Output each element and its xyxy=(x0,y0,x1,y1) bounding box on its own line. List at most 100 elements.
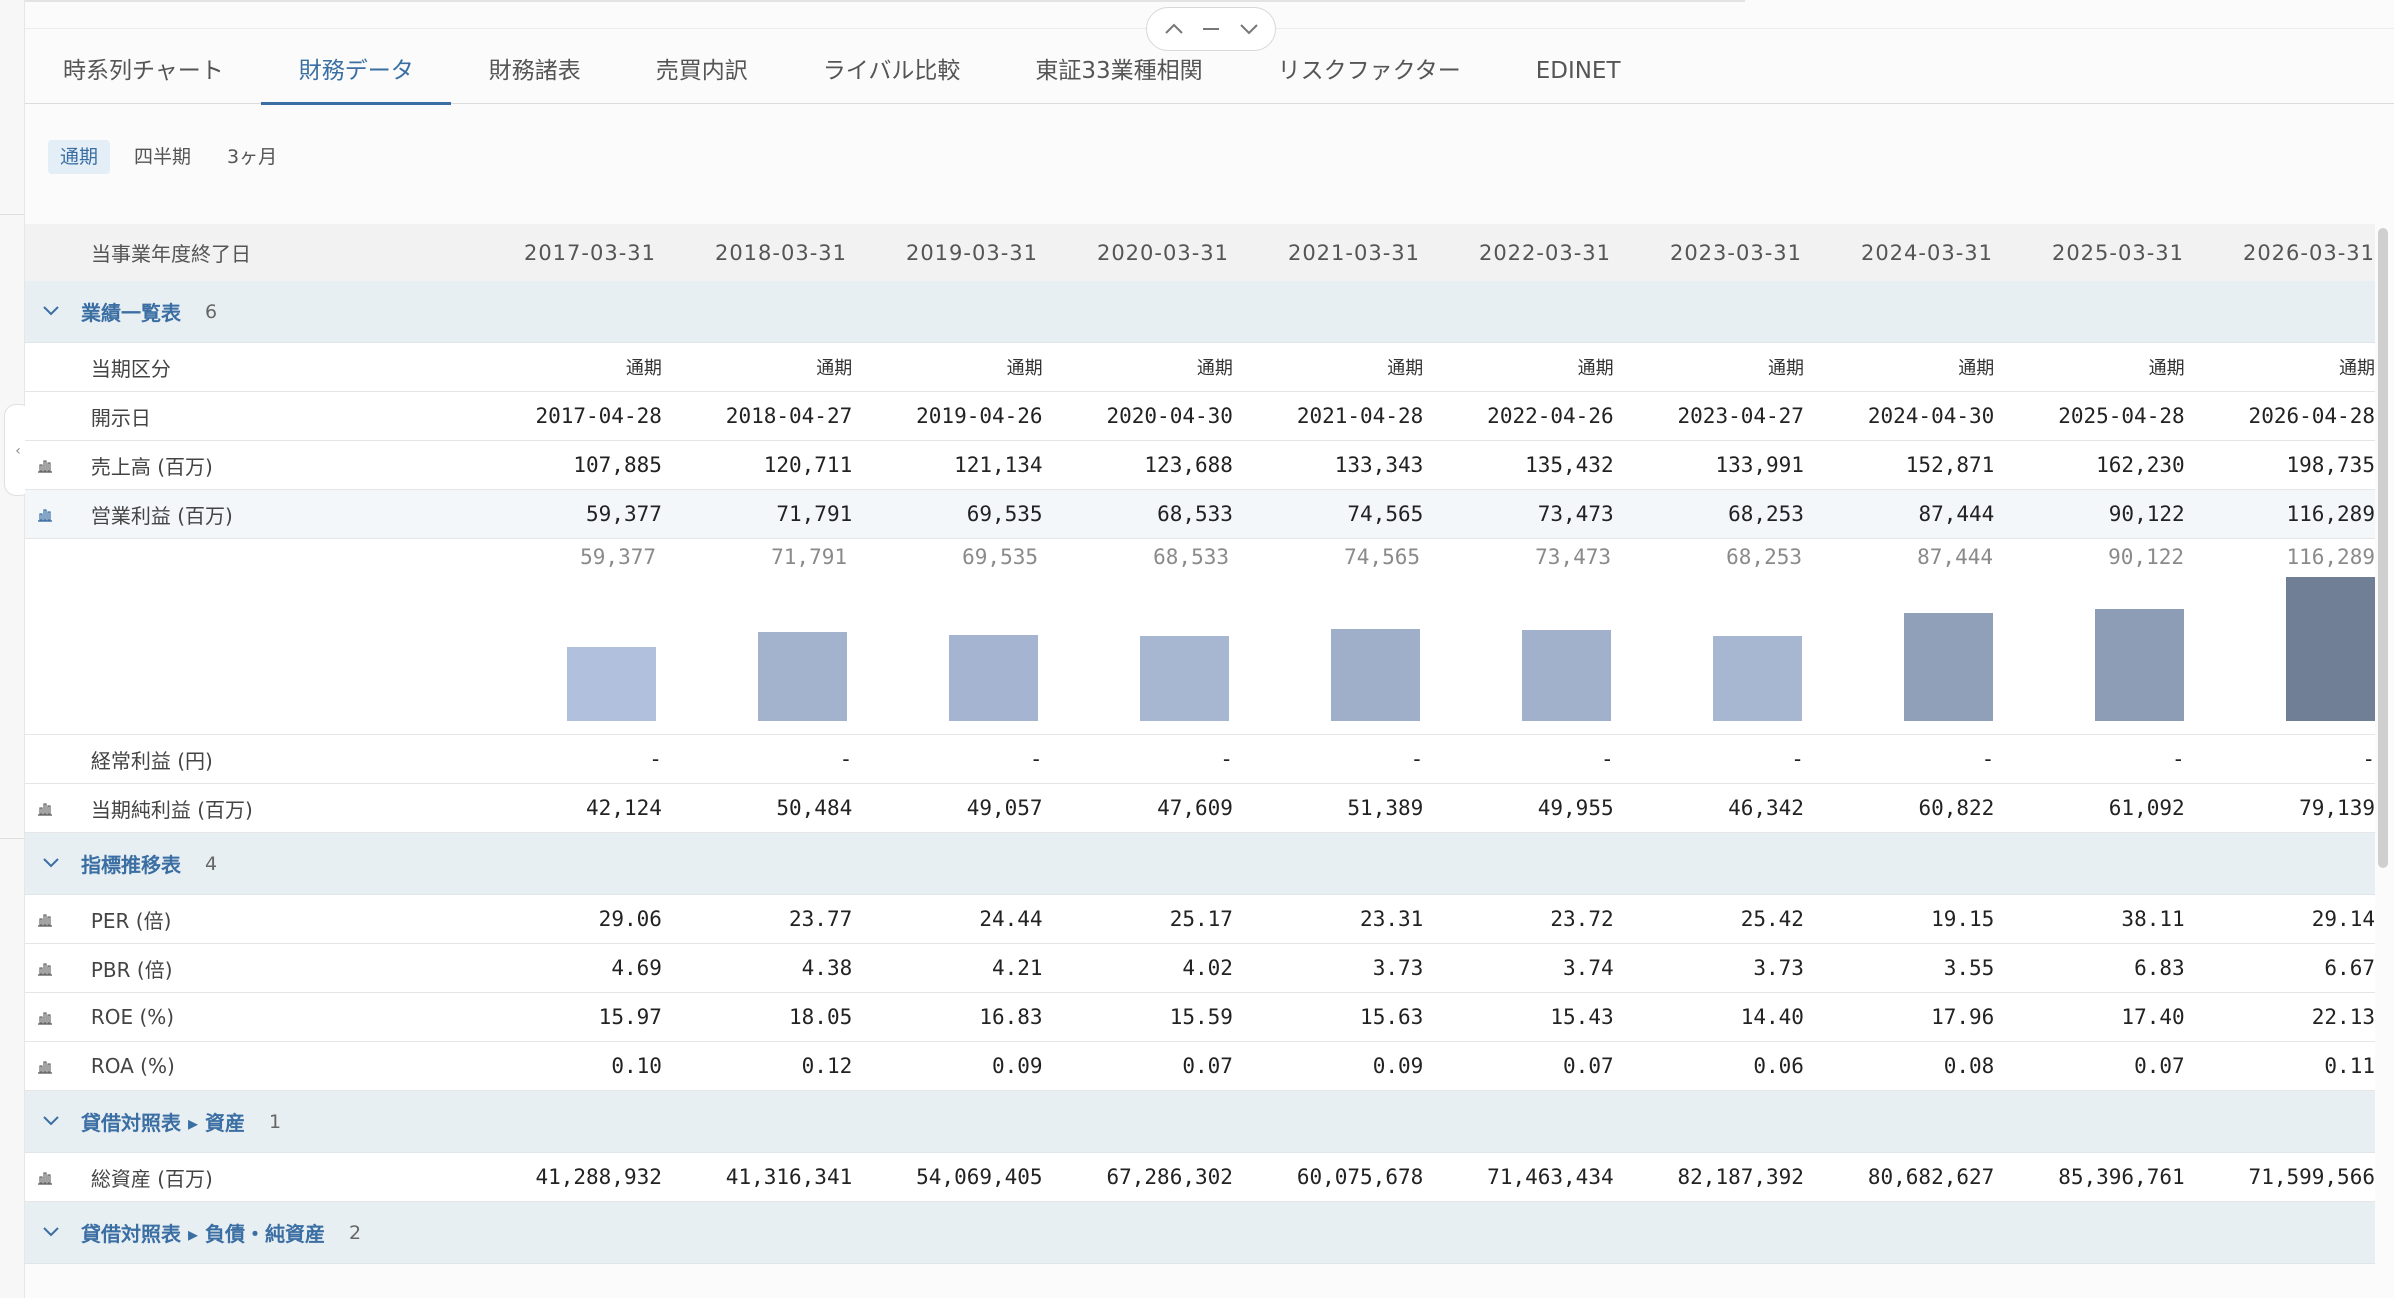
table-cell: 54,069,405 xyxy=(916,1165,1043,1189)
year-header: 2020-03-31 xyxy=(1096,240,1229,265)
bar-data-label: 74,565 xyxy=(1344,545,1420,569)
bar-chart-icon[interactable] xyxy=(25,1058,65,1074)
table-cell: 通期 xyxy=(1958,358,1995,379)
table-cell: 68,533 xyxy=(1157,502,1233,526)
tab-6[interactable]: リスクファクター xyxy=(1240,40,1498,104)
group-title: 指標推移表 xyxy=(81,853,181,877)
period-option-0[interactable]: 通期 xyxy=(48,140,111,174)
table-row-pbr: PBR (倍) 4.69 4.38 4.21 4.02 3.73 3.74 3.73 3.55 6… xyxy=(25,944,2375,993)
tab-4[interactable]: ライバル比較 xyxy=(785,40,998,104)
row-label: 経常利益 (円) xyxy=(90,748,213,773)
tab-1[interactable]: 財務データ xyxy=(260,40,451,105)
tab-3[interactable]: 売買内訳 xyxy=(618,40,785,104)
year-header: 2022-03-31 xyxy=(1478,240,1611,265)
bar-chart-icon[interactable] xyxy=(25,911,65,927)
table-cell: - xyxy=(1220,747,1233,771)
chevron-down-icon[interactable] xyxy=(25,854,65,873)
bar-chart-icon[interactable] xyxy=(25,506,65,522)
table-cell: 82,187,392 xyxy=(1677,1165,1804,1189)
row-label: 総資産 (百万) xyxy=(90,1166,213,1191)
table-cell: 3.73 xyxy=(1372,956,1424,980)
group-row-performance[interactable]: 業績一覧表 6 xyxy=(25,281,2375,343)
table-cell: 6.83 xyxy=(2134,956,2185,980)
year-header: 2026-03-31 xyxy=(2242,240,2375,265)
tab-5[interactable]: 東証33業種相関 xyxy=(997,40,1239,104)
table-row-ordinary-income: 経常利益 (円) - - - - - - - - - - xyxy=(25,735,2375,784)
group-title: 業績一覧表 xyxy=(81,301,181,325)
bar-chart-icon[interactable] xyxy=(25,1169,65,1185)
bar[interactable] xyxy=(1522,630,1611,721)
bar[interactable] xyxy=(949,635,1038,721)
tab-2[interactable]: 財務諸表 xyxy=(451,40,618,104)
bar-data-label: 59,377 xyxy=(580,545,656,569)
group-row-liabilities[interactable]: 貸借対照表 ▸ 負債・純資産 2 xyxy=(25,1202,2375,1264)
bar[interactable] xyxy=(1904,613,1993,721)
bar[interactable] xyxy=(758,632,847,721)
bar[interactable] xyxy=(567,647,656,721)
table-cell: 47,609 xyxy=(1157,796,1233,820)
period-option-1[interactable]: 四半期 xyxy=(122,140,203,174)
table-cell: 67,286,302 xyxy=(1106,1165,1233,1189)
tab-0[interactable]: 時系列チャート xyxy=(25,40,261,104)
chevron-down-icon[interactable] xyxy=(25,1223,65,1242)
table-cell: 18.05 xyxy=(789,1005,853,1029)
year-header: 2024-03-31 xyxy=(1860,240,1993,265)
chart-column: 74,565 xyxy=(1229,539,1420,735)
table-cell: 50,484 xyxy=(776,796,853,820)
table-cell: 3.74 xyxy=(1563,956,1614,980)
chart-column: 69,535 xyxy=(847,539,1038,735)
table-cell: 4.69 xyxy=(611,956,662,980)
period-selector: 通期 四半期 3ヶ月 xyxy=(48,140,289,174)
group-row-assets[interactable]: 貸借対照表 ▸ 資産 1 xyxy=(25,1091,2375,1153)
bar[interactable] xyxy=(2286,577,2375,721)
group-row-indicators[interactable]: 指標推移表 4 xyxy=(25,833,2375,895)
table-cell: 162,230 xyxy=(2096,453,2185,477)
table-header-row: 当事業年度終了日 2017-03-31 2018-03-31 2019-03-31 2… xyxy=(25,224,2375,281)
year-header: 2023-03-31 xyxy=(1669,240,1802,265)
vertical-scrollbar[interactable] xyxy=(2378,228,2388,868)
bar-chart-icon[interactable] xyxy=(25,1009,65,1025)
chevron-up-icon[interactable] xyxy=(1163,17,1185,41)
table-cell: 51,389 xyxy=(1347,796,1424,820)
table-cell: 0.12 xyxy=(801,1054,853,1078)
table-cell: 198,735 xyxy=(2286,453,2375,477)
chart-column: 68,533 xyxy=(1038,539,1229,735)
row-label: 開示日 xyxy=(90,405,151,430)
bar-chart-icon[interactable] xyxy=(25,960,65,976)
bar-data-label: 73,473 xyxy=(1535,545,1611,569)
bar[interactable] xyxy=(2095,609,2184,721)
period-option-2[interactable]: 3ヶ月 xyxy=(215,140,289,174)
bar-chart-icon[interactable] xyxy=(25,800,65,816)
bar-chart-icon[interactable] xyxy=(25,457,65,473)
table-cell: 17.40 xyxy=(2121,1005,2185,1029)
row-label: PBR (倍) xyxy=(90,957,173,982)
chevron-down-icon[interactable] xyxy=(25,302,65,321)
chevron-down-icon[interactable] xyxy=(1238,17,1260,41)
chevron-down-icon[interactable] xyxy=(25,1112,65,1131)
group-count: 2 xyxy=(348,1221,362,1244)
table-cell: 152,871 xyxy=(1905,453,1995,477)
chart-column: 71,791 xyxy=(656,539,847,735)
left-panel-edge xyxy=(0,0,25,1298)
group-title: 貸借対照表 ▸ 資産 xyxy=(81,1111,245,1135)
table-cell: 79,139 xyxy=(2299,796,2375,820)
table-cell: 15.59 xyxy=(1169,1005,1233,1029)
table-cell: 2018-04-27 xyxy=(725,404,853,428)
table-cell: 60,075,678 xyxy=(1296,1165,1424,1189)
row-label: PER (倍) xyxy=(90,908,172,933)
tab-7[interactable]: EDINET xyxy=(1498,40,1658,104)
table-cell: 4.21 xyxy=(992,956,1043,980)
table-cell: 0.07 xyxy=(1182,1054,1233,1078)
table-cell: 80,682,627 xyxy=(1867,1165,1995,1189)
bar-data-label: 87,444 xyxy=(1917,545,1993,569)
minus-icon[interactable] xyxy=(1200,17,1222,41)
chart-column: 87,444 xyxy=(1802,539,1993,735)
financial-table: 当事業年度終了日 2017-03-31 2018-03-31 2019-03-31 2… xyxy=(25,224,2375,1264)
table-cell: 3.73 xyxy=(1753,956,1804,980)
table-cell: 19.15 xyxy=(1931,907,1995,931)
year-header: 2019-03-31 xyxy=(905,240,1038,265)
bar[interactable] xyxy=(1331,629,1420,721)
bar[interactable] xyxy=(1140,636,1229,721)
bar[interactable] xyxy=(1713,636,1802,721)
table-cell: 73,473 xyxy=(1537,502,1614,526)
